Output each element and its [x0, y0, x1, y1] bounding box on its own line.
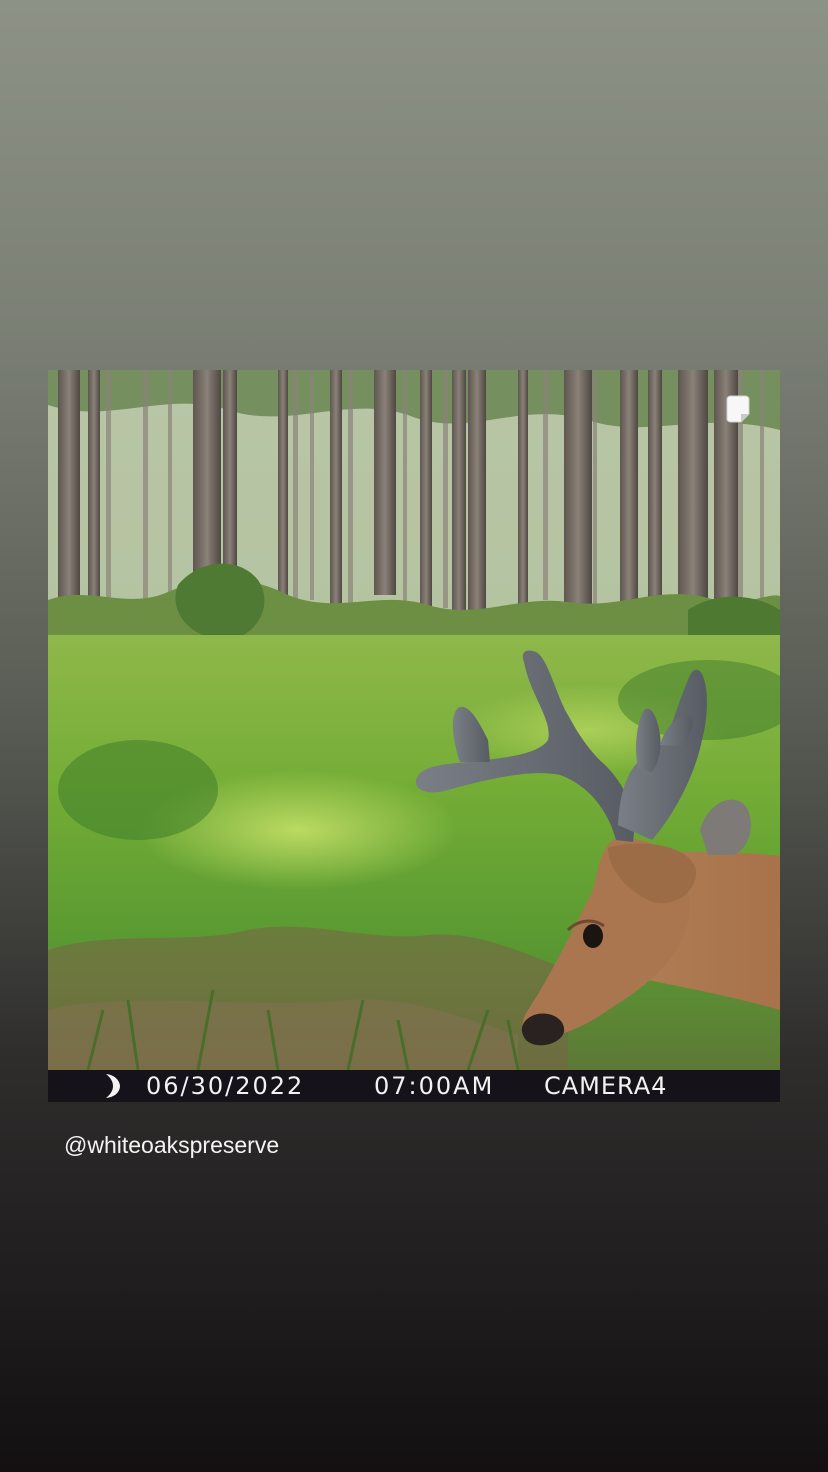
trail-camera-photo [48, 370, 780, 1070]
camera-id: CAMERA4 [544, 1072, 668, 1100]
camera-date: 06/30/2022 [146, 1072, 305, 1100]
story-photo-card[interactable]: 06/30/2022 07:00AM CAMERA4 [48, 370, 780, 1102]
trail-camera-stamp: 06/30/2022 07:00AM CAMERA4 [48, 1070, 780, 1102]
mention-tag[interactable]: @whiteoakspreserve [64, 1130, 279, 1160]
sticker-icon[interactable] [724, 394, 752, 424]
moon-icon [106, 1074, 120, 1098]
camera-time: 07:00AM [374, 1072, 495, 1100]
